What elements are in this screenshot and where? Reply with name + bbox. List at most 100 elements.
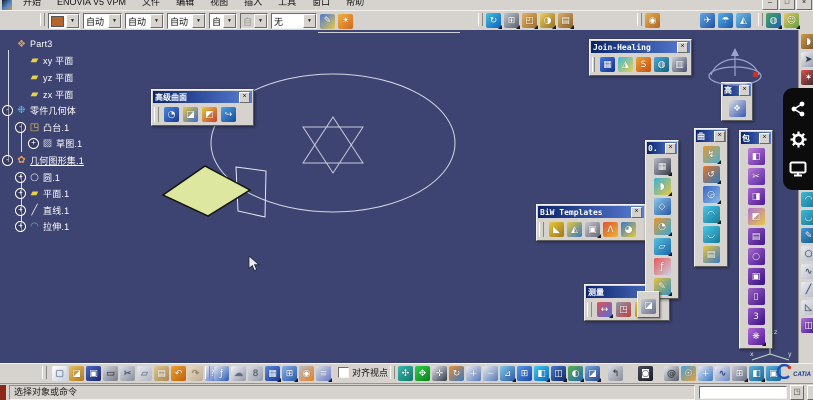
fe-surface-icon[interactable]: ƒ: [653, 258, 671, 275]
named-views-icon[interactable]: ◫: [551, 366, 567, 382]
law-tool-icon[interactable]: ◺: [801, 300, 813, 315]
surface-blend-icon[interactable]: ◠: [801, 192, 813, 207]
bead-icon[interactable]: ◕: [621, 222, 636, 237]
dropdown-combo[interactable]: 自 ▼: [209, 13, 237, 29]
power-fit-icon[interactable]: ◧: [747, 148, 765, 165]
toolbar-titlebar[interactable]: 包 ×: [741, 132, 771, 144]
tree-item[interactable]: +▰zx 平面: [2, 86, 162, 103]
power-box-icon[interactable]: ▣: [747, 268, 765, 285]
profile-icon[interactable]: ✶: [801, 70, 813, 85]
toolbar-grip[interactable]: [154, 107, 159, 122]
close-icon[interactable]: ×: [714, 130, 725, 142]
power-cut-icon[interactable]: ✂: [747, 168, 765, 185]
close-icon[interactable]: ×: [631, 206, 642, 218]
collapse-icon[interactable]: -: [2, 154, 13, 166]
select-arrow-icon[interactable]: ➤: [801, 52, 813, 67]
dropdown-combo[interactable]: 自 ▼: [240, 13, 268, 29]
expand-icon[interactable]: +: [15, 221, 26, 233]
update-icon[interactable]: ↻: [486, 13, 502, 29]
tree-item[interactable]: +▰yz 平面: [2, 69, 162, 86]
slabs-icon[interactable]: ▤: [702, 246, 720, 263]
power-stack-icon[interactable]: ▤: [747, 228, 765, 245]
curve-smooth-icon[interactable]: S: [636, 57, 651, 72]
chevron-down-icon[interactable]: ▼: [303, 14, 316, 28]
sail-icon[interactable]: ◭: [736, 13, 751, 28]
tree-item[interactable]: + ◠ 拉伸.1: [2, 219, 162, 236]
close-icon[interactable]: ×: [665, 142, 676, 154]
view-mode-icon[interactable]: ✈: [700, 13, 715, 28]
web-icon[interactable]: ☉: [681, 366, 696, 381]
wrap-surface-icon[interactable]: ◩: [202, 107, 217, 122]
law-curve-icon[interactable]: ∿: [715, 366, 730, 381]
expand-icon[interactable]: +: [15, 188, 26, 200]
toolbar-grip[interactable]: [637, 13, 642, 26]
toolbar-titlebar[interactable]: BiW Templates ×: [538, 206, 644, 218]
power-fold-icon[interactable]: ◨: [747, 188, 765, 205]
hole-icon[interactable]: ▣: [585, 222, 601, 238]
quad-view-icon[interactable]: ⊞: [517, 366, 532, 381]
color-combo[interactable]: ▼: [48, 13, 80, 29]
close-icon[interactable]: ×: [239, 91, 250, 103]
tree-item[interactable]: + ╱ 直线.1: [2, 202, 162, 219]
camera-icon[interactable]: ◙: [638, 366, 653, 381]
surface-simplify-icon[interactable]: ◍: [654, 57, 669, 72]
toolbar-grip[interactable]: [758, 13, 763, 26]
chevron-down-icon[interactable]: ▼: [254, 14, 267, 28]
tree-item[interactable]: + ○ 圆.1: [2, 169, 162, 186]
bump-icon[interactable]: ◔: [164, 107, 179, 122]
rotate-icon[interactable]: ↻: [449, 366, 464, 381]
pan-icon[interactable]: ✛: [432, 366, 447, 381]
extrude-tool-icon[interactable]: ◫: [801, 318, 813, 333]
tree-item[interactable]: + ▰ 平面.1: [2, 185, 162, 202]
expand-icon[interactable]: +: [15, 204, 26, 216]
maximize-button[interactable]: □: [779, 0, 795, 10]
iso-view-icon[interactable]: ◧: [534, 366, 550, 382]
expand-icon[interactable]: +: [15, 171, 26, 183]
compass[interactable]: [703, 46, 767, 88]
open-catalog-icon[interactable]: ◰: [522, 13, 538, 29]
zoom-out-icon[interactable]: −: [483, 366, 498, 381]
dropdown-combo[interactable]: 自动 ▼: [83, 13, 122, 29]
circle-arrow-icon[interactable]: ↺: [702, 166, 721, 184]
viewport-3d[interactable]: +❖Part3+▰xy 平面+▰yz 平面+▰zx 平面-❉零件几何体-◳凸台.…: [0, 30, 813, 363]
toolbar-titlebar[interactable]: 0. ×: [647, 142, 677, 154]
tree-item[interactable]: + ▨ 草图.1: [2, 136, 162, 153]
fill-grid-icon[interactable]: ▦: [653, 158, 672, 176]
arrow-surface-icon[interactable]: ↯: [702, 146, 721, 164]
grid-icon[interactable]: ⊞: [504, 13, 520, 29]
open-icon[interactable]: ◪: [69, 366, 84, 381]
shape-morphing-icon[interactable]: ↪: [221, 107, 236, 122]
normal-view-icon[interactable]: ⊿: [500, 366, 516, 382]
material-icon[interactable]: ◑: [540, 13, 556, 29]
dropdown-combo[interactable]: 自动 ▼: [167, 13, 206, 29]
expand-icon[interactable]: +: [28, 138, 39, 150]
power-door-icon[interactable]: ▯: [747, 288, 765, 305]
toolbar-titlebar[interactable]: 曲 ×: [696, 130, 726, 142]
painter-icon[interactable]: ✎: [320, 13, 335, 29]
measure-between-icon[interactable]: ↔: [597, 302, 613, 318]
diabolo-icon[interactable]: ◭: [567, 222, 582, 237]
power-input[interactable]: [699, 386, 787, 399]
mirror-panels-icon[interactable]: ▱: [653, 238, 672, 256]
line-tool-icon[interactable]: ╱: [801, 282, 813, 297]
app-icon[interactable]: [2, 0, 12, 10]
dropdown-combo[interactable]: 无 ▼: [271, 13, 317, 29]
collapse-icon[interactable]: -: [2, 105, 13, 117]
mating-flange-icon[interactable]: Λ: [603, 222, 618, 237]
color-wizard-icon[interactable]: ☀: [338, 13, 353, 29]
collapse-icon[interactable]: -: [15, 121, 26, 133]
spline-tool-icon[interactable]: ∿: [801, 264, 813, 279]
turn-head-icon[interactable]: ↰: [608, 366, 623, 381]
tree-item[interactable]: - ✿ 几何图形集.1: [2, 152, 162, 169]
status-extra-button[interactable]: ◔: [807, 385, 813, 400]
catalog-icon[interactable]: ▤: [558, 13, 574, 29]
menu-item[interactable]: 插入: [236, 0, 270, 8]
relations-icon[interactable]: ⊞: [282, 366, 298, 382]
tree-item[interactable]: - ◳ 凸台.1: [2, 119, 162, 136]
close-icon[interactable]: ×: [759, 132, 770, 144]
mail-icon[interactable]: @: [664, 366, 679, 381]
tree-item[interactable]: +❖Part3: [2, 36, 162, 53]
tree-item[interactable]: +▰xy 平面: [2, 53, 162, 70]
toolbar-grip[interactable]: [539, 222, 544, 237]
open-dome-icon[interactable]: ◡: [702, 226, 720, 243]
